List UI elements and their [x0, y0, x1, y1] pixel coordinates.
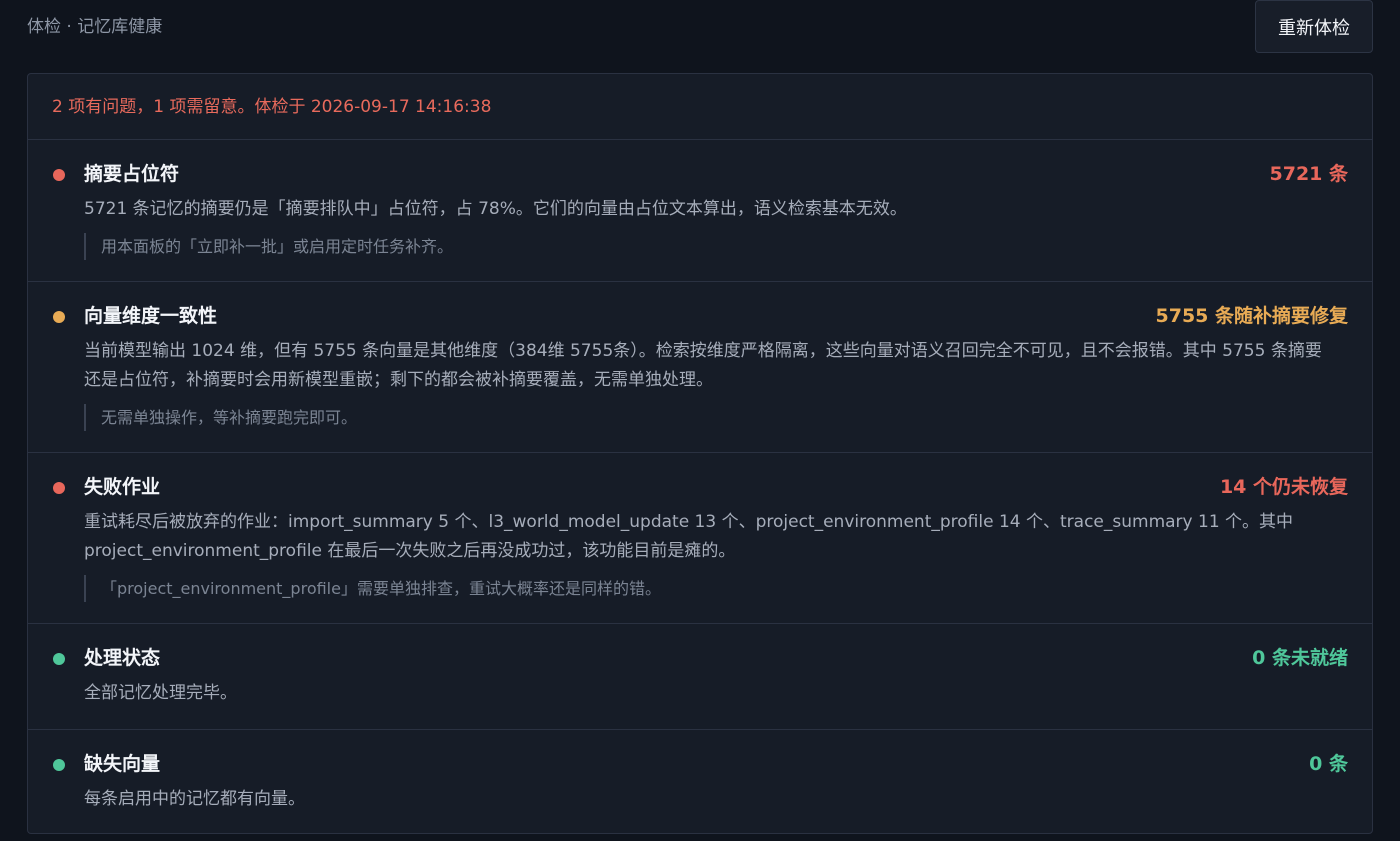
status-dot-problem-icon — [53, 482, 65, 494]
check-item-missing-vectors: 缺失向量 0 条 每条启用中的记忆都有向量。 — [28, 730, 1372, 833]
item-metric: 14 个仍未恢复 — [1219, 476, 1348, 498]
item-description: 当前模型输出 1024 维，但有 5755 条向量是其他维度（384维 5755… — [84, 341, 1322, 390]
item-title: 摘要占位符 — [84, 163, 180, 185]
item-metric: 5721 条 — [1269, 163, 1349, 185]
status-dot-ok-icon — [53, 653, 65, 665]
item-hint: 「project_environment_profile」需要单独排查，重试大概… — [84, 575, 1348, 602]
item-description: 重试耗尽后被放弃的作业：import_summary 5 个、l3_world_… — [84, 512, 1294, 561]
summary-banner: 2 项有问题，1 项需留意。体检于 2026-09-17 14:16:38 — [28, 74, 1372, 140]
item-metric: 0 条未就绪 — [1252, 647, 1348, 669]
status-dot-problem-icon — [53, 169, 65, 181]
item-title: 失败作业 — [84, 476, 161, 498]
item-description: 全部记忆处理完毕。 — [84, 683, 237, 703]
health-report-panel: 2 项有问题，1 项需留意。体检于 2026-09-17 14:16:38 摘要… — [27, 73, 1373, 834]
item-title: 处理状态 — [84, 647, 161, 669]
item-metric: 5755 条随补摘要修复 — [1155, 305, 1349, 327]
item-hint: 用本面板的「立即补一批」或启用定时任务补齐。 — [84, 233, 1348, 260]
item-title: 缺失向量 — [84, 753, 161, 775]
item-description: 5721 条记忆的摘要仍是「摘要排队中」占位符，占 78%。它们的向量由占位文本… — [84, 199, 907, 219]
item-hint: 无需单独操作，等补摘要跑完即可。 — [84, 404, 1348, 431]
recheck-button[interactable]: 重新体检 — [1255, 0, 1373, 53]
check-item-failed-jobs: 失败作业 14 个仍未恢复 重试耗尽后被放弃的作业：import_summary… — [28, 453, 1372, 624]
status-dot-ok-icon — [53, 759, 65, 771]
item-metric: 0 条 — [1309, 753, 1348, 775]
check-item-processing-status: 处理状态 0 条未就绪 全部记忆处理完毕。 — [28, 624, 1372, 730]
top-bar: 体检 · 记忆库健康 重新体检 — [27, 0, 1373, 73]
item-description: 每条启用中的记忆都有向量。 — [84, 789, 305, 809]
status-dot-warning-icon — [53, 311, 65, 323]
check-item-vector-dimension: 向量维度一致性 5755 条随补摘要修复 当前模型输出 1024 维，但有 57… — [28, 282, 1372, 453]
check-item-summary-placeholder: 摘要占位符 5721 条 5721 条记忆的摘要仍是「摘要排队中」占位符，占 7… — [28, 140, 1372, 282]
breadcrumb: 体检 · 记忆库健康 — [27, 17, 163, 37]
